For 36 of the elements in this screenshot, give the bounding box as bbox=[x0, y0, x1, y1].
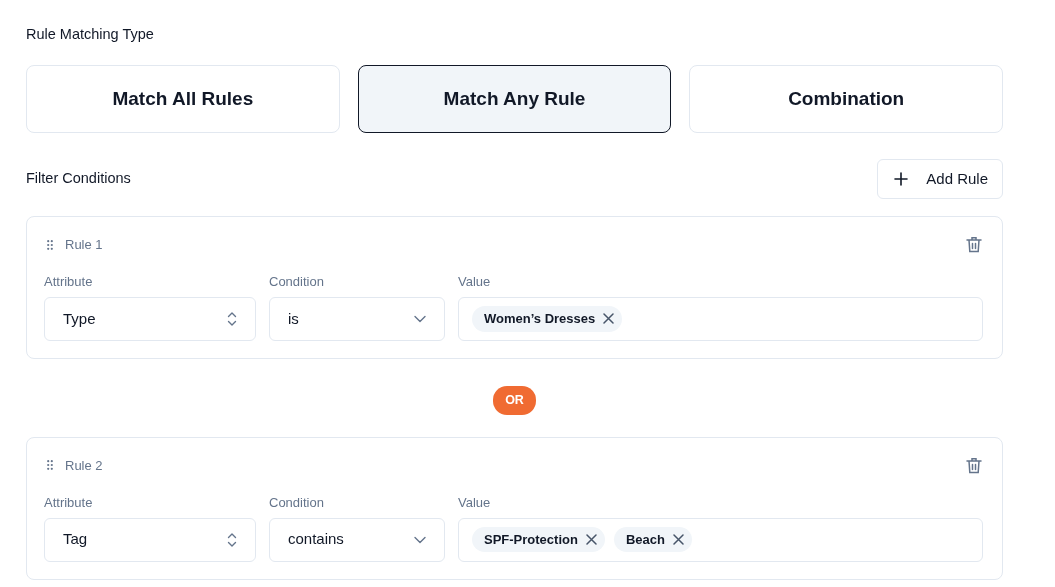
tag-input-field[interactable]: SPF-Protection Beach bbox=[458, 517, 983, 562]
field-label: Condition bbox=[269, 494, 325, 512]
field-label: Value bbox=[458, 273, 492, 292]
chevron-down-icon bbox=[414, 314, 426, 323]
trash-icon[interactable] bbox=[966, 456, 982, 474]
field-label: Attribute bbox=[44, 494, 94, 512]
field-label: Value bbox=[458, 494, 492, 512]
tag-label: SPF-Protection bbox=[484, 530, 578, 549]
tag-input-field[interactable]: Women’s Dresses bbox=[458, 296, 983, 341]
select-field[interactable]: contains bbox=[269, 517, 445, 562]
match-type-option[interactable]: Match All Rules bbox=[26, 64, 340, 133]
plus-icon bbox=[894, 171, 909, 186]
rule-title: Rule 2 bbox=[65, 456, 103, 475]
operator-badge: OR bbox=[493, 385, 536, 415]
rule-title: Rule 1 bbox=[65, 235, 103, 254]
match-type-option[interactable]: Combination bbox=[689, 64, 1003, 133]
trash-icon[interactable] bbox=[966, 236, 982, 253]
section-heading: Rule Matching Type bbox=[26, 25, 155, 44]
section-heading: Filter Conditions bbox=[26, 168, 131, 188]
field-label: Attribute bbox=[44, 273, 94, 292]
add-rule-button[interactable]: Add Rule bbox=[877, 158, 1003, 199]
up-down-chevron-icon bbox=[227, 531, 237, 548]
chevron-down-icon bbox=[414, 535, 426, 544]
tag-label: Beach bbox=[625, 530, 665, 549]
close-icon[interactable] bbox=[603, 313, 615, 325]
select-field[interactable]: Type bbox=[44, 296, 256, 341]
match-type-option[interactable]: Match Any Rule bbox=[357, 64, 672, 133]
close-icon[interactable] bbox=[585, 534, 597, 545]
select-field[interactable]: Tag bbox=[44, 517, 256, 562]
select-field[interactable]: is bbox=[269, 296, 445, 341]
close-icon[interactable] bbox=[672, 534, 684, 545]
drag-handle-icon[interactable] bbox=[47, 460, 53, 471]
up-down-chevron-icon bbox=[227, 310, 237, 327]
field-label: Condition bbox=[269, 273, 325, 292]
drag-handle-icon[interactable] bbox=[47, 239, 53, 250]
tag-label: Women’s Dresses bbox=[484, 310, 596, 328]
